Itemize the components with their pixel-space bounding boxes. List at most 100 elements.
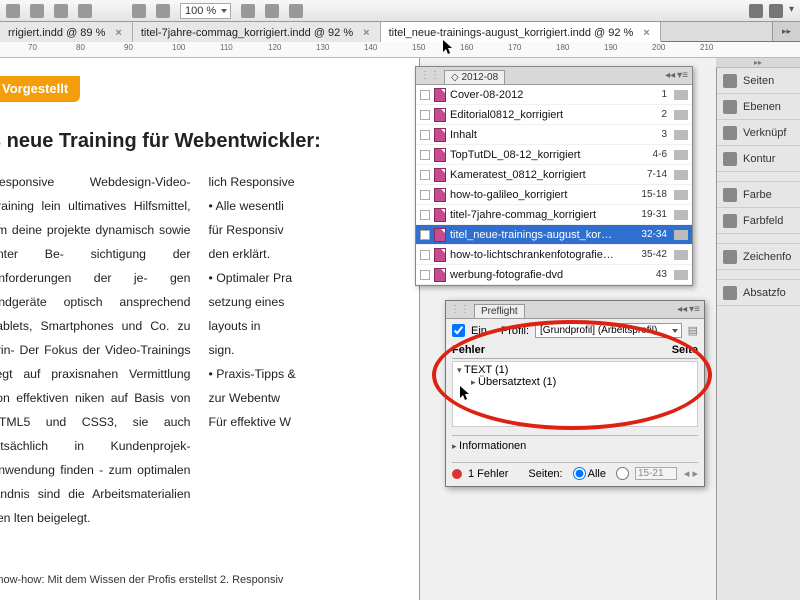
doc-tab[interactable]: titel-7jahre-commag_korrigiert.indd @ 92… — [133, 22, 381, 42]
close-icon[interactable]: × — [115, 27, 121, 39]
book-row[interactable]: Inhalt3 — [416, 125, 692, 145]
grip-icon[interactable]: ⋮⋮ — [420, 70, 440, 81]
tab-overflow[interactable]: ▸▸ — [772, 22, 800, 41]
book-row[interactable]: how-to-lichtschrankenfotografie_korrigie… — [416, 245, 692, 265]
row-checkbox[interactable] — [420, 190, 430, 200]
page-range: 2 — [623, 109, 667, 120]
tool-icon[interactable] — [132, 4, 146, 18]
status-icon — [674, 170, 688, 180]
tool-icon[interactable] — [54, 4, 68, 18]
horizontal-ruler: 6070809010011012013014015016017018019020… — [0, 42, 800, 58]
screen-icon[interactable] — [769, 4, 783, 18]
preflight-on-checkbox[interactable] — [452, 324, 465, 337]
panel-label: Farbfeld — [743, 215, 783, 227]
collapse-icon[interactable]: ◂◂ — [665, 70, 675, 81]
panel-icon — [723, 126, 737, 140]
close-icon[interactable]: × — [363, 27, 369, 39]
error-tree[interactable]: TEXT (1) Übersatztext (1) — [452, 361, 698, 427]
dock-item[interactable]: Ebenen — [717, 94, 800, 120]
panel-label: Absatzfo — [743, 287, 786, 299]
zoom-field[interactable]: 100 % — [180, 3, 231, 19]
preflight-panel[interactable]: ⋮⋮ Preflight ◂◂ ▾≡ Ein Profil: [Grundpro… — [445, 300, 705, 487]
panel-label: Farbe — [743, 189, 772, 201]
row-checkbox[interactable] — [420, 270, 430, 280]
doc-icon — [434, 248, 446, 262]
doc-icon — [434, 268, 446, 282]
panel-header[interactable]: ⋮⋮ ◇ 2012-08 ◂◂ ▾≡ — [416, 67, 692, 85]
book-row[interactable]: Cover-08-20121 — [416, 85, 692, 105]
book-row[interactable]: how-to-galileo_korrigiert15-18 — [416, 185, 692, 205]
document-viewport[interactable]: Vorgestellt s neue Training für Webentwi… — [0, 58, 420, 600]
chevron-down-icon[interactable]: ▾ — [789, 4, 794, 18]
row-checkbox[interactable] — [420, 250, 430, 260]
radio-all[interactable]: Alle — [573, 467, 606, 480]
row-checkbox[interactable] — [420, 170, 430, 180]
page-range: 35-42 — [623, 249, 667, 260]
dock-item[interactable]: Farbfeld — [717, 208, 800, 234]
tool-icon[interactable] — [6, 4, 20, 18]
radio-range[interactable] — [616, 467, 629, 480]
tool-icon[interactable] — [78, 4, 92, 18]
tool-icon[interactable] — [241, 4, 255, 18]
dock-item[interactable]: Farbe — [717, 182, 800, 208]
dock-expand-icon[interactable]: ▸▸ — [716, 58, 800, 68]
doc-icon — [434, 128, 446, 142]
collapse-icon[interactable]: ◂◂ — [677, 304, 687, 315]
page-footer-text: Know-how: Mit dem Wissen der Profis erst… — [0, 574, 283, 586]
row-checkbox[interactable] — [420, 150, 430, 160]
panel-label: Ebenen — [743, 101, 781, 113]
tree-node[interactable]: Übersatztext (1) — [471, 376, 693, 388]
document-tabs: rrigiert.indd @ 89 % × titel-7jahre-comma… — [0, 22, 800, 42]
top-toolbar: 100 % ▾ — [0, 0, 800, 22]
panel-icon — [723, 286, 737, 300]
view-icon[interactable] — [749, 4, 763, 18]
tool-icon[interactable] — [265, 4, 279, 18]
close-icon[interactable]: × — [643, 27, 649, 39]
panel-header[interactable]: ⋮⋮ Preflight ◂◂ ▾≡ — [446, 301, 704, 319]
info-section[interactable]: Informationen — [452, 435, 698, 452]
tool-icon[interactable] — [156, 4, 170, 18]
book-row[interactable]: Editorial0812_korrigiert2 — [416, 105, 692, 125]
doc-tab[interactable]: rrigiert.indd @ 89 % × — [0, 22, 133, 42]
book-row[interactable]: TopTutDL_08-12_korrigiert4-6 — [416, 145, 692, 165]
dock-item[interactable]: Zeichenfo — [717, 244, 800, 270]
book-row[interactable]: titel-7jahre-commag_korrigiert19-31 — [416, 205, 692, 225]
row-checkbox[interactable] — [420, 210, 430, 220]
error-dot-icon — [452, 469, 462, 479]
tree-node[interactable]: TEXT (1) — [457, 364, 693, 376]
page-range: 1 — [623, 89, 667, 100]
doc-tab-active[interactable]: titel_neue-trainings-august_korrigiert.i… — [381, 22, 661, 42]
book-panel[interactable]: ⋮⋮ ◇ 2012-08 ◂◂ ▾≡ Cover-08-20121Editori… — [415, 66, 693, 286]
profile-select[interactable]: [Grundprofil] (Arbeitsprofil) — [535, 323, 682, 338]
book-row[interactable]: titel_neue-trainings-august_kor…32-34 — [416, 225, 692, 245]
panel-tab[interactable]: ◇ 2012-08 — [444, 70, 505, 84]
panel-icon — [723, 250, 737, 264]
row-checkbox[interactable] — [420, 110, 430, 120]
panel-icon — [723, 100, 737, 114]
tool-icon[interactable] — [289, 4, 303, 18]
panel-label: Zeichenfo — [743, 251, 791, 263]
right-panel-dock: ▸▸ Seiten Ebenen VerknüpfKontur Farbe Farbfe… — [716, 58, 800, 600]
grip-icon[interactable]: ⋮⋮ — [450, 304, 470, 315]
edit-profile-icon[interactable]: ▤ — [688, 324, 698, 337]
page-range-field[interactable] — [635, 467, 677, 480]
book-row[interactable]: werbung-fotografie-dvd43 — [416, 265, 692, 285]
row-checkbox[interactable] — [420, 90, 430, 100]
status-icon — [674, 110, 688, 120]
dock-item[interactable]: Verknüpf — [717, 120, 800, 146]
panel-tab[interactable]: Preflight — [474, 304, 525, 318]
doc-name: titel_neue-trainings-august_kor… — [450, 229, 619, 241]
status-icon — [674, 270, 688, 280]
tab-label: rrigiert.indd @ 89 % — [8, 27, 105, 39]
menu-icon[interactable]: ▾≡ — [689, 304, 700, 315]
dock-item[interactable]: Absatzfo — [717, 280, 800, 306]
doc-icon — [434, 208, 446, 222]
tool-icon[interactable] — [30, 4, 44, 18]
row-checkbox[interactable] — [420, 230, 430, 240]
menu-icon[interactable]: ▾≡ — [677, 70, 688, 81]
nav-arrows[interactable]: ◂ ▸ — [684, 467, 698, 480]
dock-item[interactable]: Seiten — [717, 68, 800, 94]
book-row[interactable]: Kameratest_0812_korrigiert7-14 — [416, 165, 692, 185]
row-checkbox[interactable] — [420, 130, 430, 140]
dock-item[interactable]: Kontur — [717, 146, 800, 172]
